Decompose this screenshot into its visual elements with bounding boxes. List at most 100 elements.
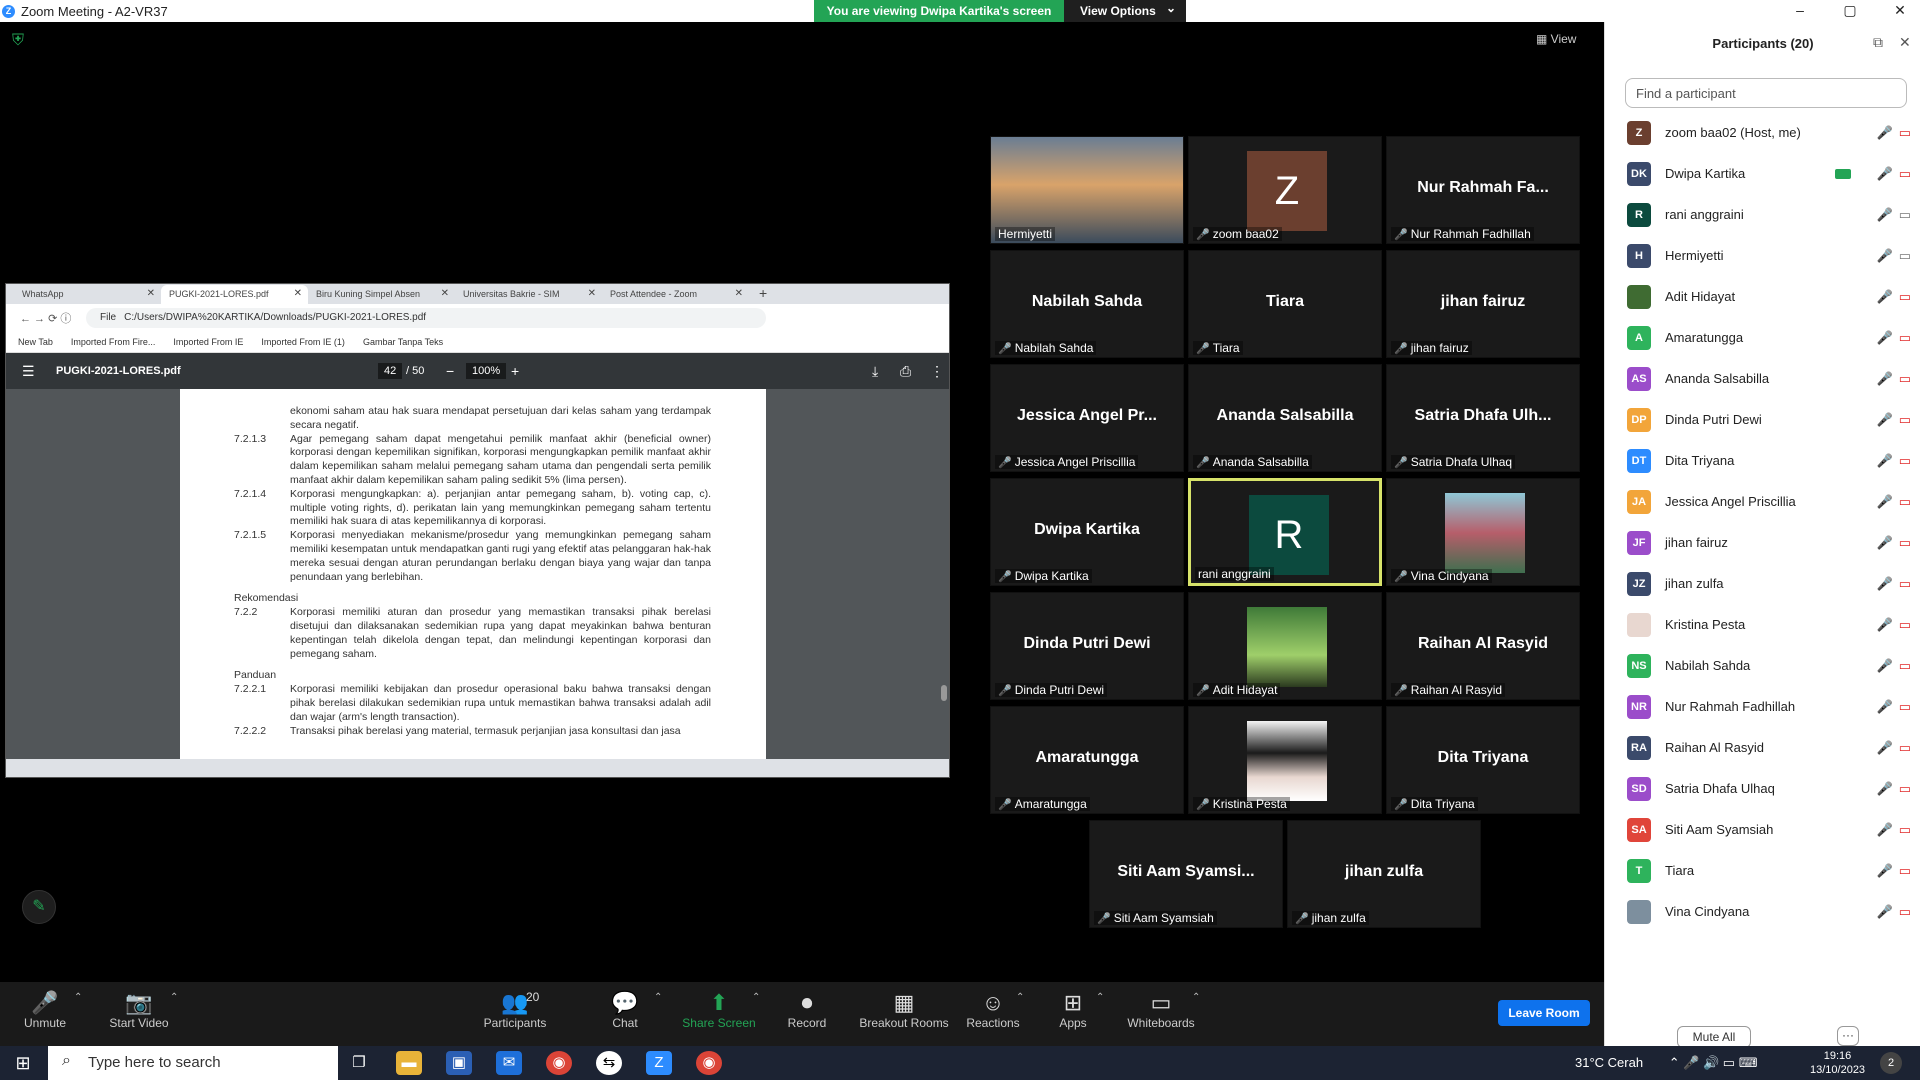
more-options-button[interactable]: ··· xyxy=(1837,1026,1859,1046)
zoom-in-button[interactable]: + xyxy=(511,363,519,379)
pdf-viewport[interactable]: ekonomi saham atau hak suara mendapat pe… xyxy=(6,389,949,759)
video-tile[interactable]: Tiara 🎤 Tiara xyxy=(1188,250,1382,358)
mic-video-status-icons[interactable]: 🎤▭ xyxy=(1857,494,1917,510)
video-tile[interactable]: Amaratungga 🎤 Amaratungga xyxy=(990,706,1184,814)
participant-list-item[interactable]: Kristina Pesta 🎤▭ xyxy=(1627,604,1917,645)
mic-video-status-icons[interactable]: 🎤▭ xyxy=(1857,822,1917,838)
video-tile[interactable]: Raihan Al Rasyid 🎤 Raihan Al Rasyid xyxy=(1386,592,1580,700)
new-tab-button[interactable]: + xyxy=(749,285,777,304)
close-tab-icon[interactable]: ✕ xyxy=(147,288,155,299)
participant-list-item[interactable]: SA Siti Aam Syamsiah 🎤▭ xyxy=(1627,809,1917,850)
participant-list-item[interactable]: DP Dinda Putri Dewi 🎤▭ xyxy=(1627,399,1917,440)
video-tile[interactable]: 🎤 Vina Cindyana xyxy=(1386,478,1580,586)
more-icon[interactable]: ⋮ xyxy=(930,363,944,380)
reactions-caret-icon[interactable]: ⌃ xyxy=(1016,992,1024,1003)
mic-video-status-icons[interactable]: 🎤▭ xyxy=(1857,863,1917,879)
participant-list-item[interactable]: NS Nabilah Sahda 🎤▭ xyxy=(1627,645,1917,686)
participant-list-item[interactable]: AS Ananda Salsabilla 🎤▭ xyxy=(1627,358,1917,399)
participant-search-input[interactable]: Find a participant xyxy=(1625,78,1907,108)
reactions-button[interactable]: ☺ Reactions xyxy=(948,990,1038,1030)
mic-video-status-icons[interactable]: 🎤▭ xyxy=(1857,740,1917,756)
video-tile[interactable]: Jessica Angel Pr... 🎤 Jessica Angel Prisci… xyxy=(990,364,1184,472)
video-tile[interactable]: Siti Aam Syamsi... 🎤 Siti Aam Syamsiah xyxy=(1089,820,1283,928)
apps-caret-icon[interactable]: ⌃ xyxy=(1096,992,1104,1003)
audio-caret-icon[interactable]: ⌃ xyxy=(74,992,82,1003)
video-tile[interactable]: Dita Triyana 🎤 Dita Triyana xyxy=(1386,706,1580,814)
participant-list-item[interactable]: Rrani anggraini 🎤▭ xyxy=(1627,194,1917,235)
mute-all-button[interactable]: Mute All xyxy=(1677,1026,1751,1048)
browser-tab[interactable]: Post Attendee - Zoom ✕ xyxy=(602,285,749,304)
close-tab-icon[interactable]: ✕ xyxy=(294,288,302,299)
close-tab-icon[interactable]: ✕ xyxy=(441,288,449,299)
mic-video-status-icons[interactable]: 🎤▭ xyxy=(1857,453,1917,469)
bookmark-item[interactable]: Imported From IE (1) xyxy=(261,337,345,347)
video-tile[interactable]: Dwipa Kartika 🎤 Dwipa Kartika xyxy=(990,478,1184,586)
bookmark-item[interactable]: Gambar Tanpa Teks xyxy=(363,337,443,347)
mic-video-status-icons[interactable]: 🎤▭ xyxy=(1857,576,1917,592)
share-screen-button[interactable]: ⬆ Share Screen xyxy=(674,990,764,1030)
task-view-icon[interactable]: ❐ xyxy=(346,1051,372,1075)
maximize-button[interactable]: ▢ xyxy=(1830,0,1870,22)
bookmark-item[interactable]: Imported From IE xyxy=(173,337,243,347)
mic-video-status-icons[interactable]: 🎤▭ xyxy=(1857,412,1917,428)
shield-icon[interactable]: ⛨ xyxy=(12,32,28,50)
chrome-alt-icon[interactable]: ◉ xyxy=(696,1051,722,1075)
participant-list-item[interactable]: JZ jihan zulfa 🎤▭ xyxy=(1627,563,1917,604)
mic-video-status-icons[interactable]: 🎤▭ xyxy=(1857,166,1917,182)
close-tab-icon[interactable]: ✕ xyxy=(588,288,596,299)
video-tile[interactable]: jihan fairuz 🎤 jihan fairuz xyxy=(1386,250,1580,358)
video-tile[interactable]: Dinda Putri Dewi 🎤 Dinda Putri Dewi xyxy=(990,592,1184,700)
participant-list-item[interactable]: DT Dita Triyana 🎤▭ xyxy=(1627,440,1917,481)
url-field[interactable]: File C:/Users/DWIPA%20KARTIKA/Downloads/P… xyxy=(86,308,766,328)
participant-list-item[interactable]: Zzoom baa02 (Host, me) 🎤▭ xyxy=(1627,112,1917,153)
minimize-button[interactable]: – xyxy=(1780,0,1820,22)
breakout-rooms-button[interactable]: ▦ Breakout Rooms xyxy=(854,990,954,1030)
participant-list-item[interactable]: Vina Cindyana 🎤▭ xyxy=(1627,891,1917,932)
chat-caret-icon[interactable]: ⌃ xyxy=(654,992,662,1003)
video-tile[interactable]: Nur Rahmah Fa... 🎤 Nur Rahmah Fadhillah xyxy=(1386,136,1580,244)
close-window-button[interactable]: ✕ xyxy=(1880,0,1920,22)
participant-list-item[interactable]: SD Satria Dhafa Ulhaq 🎤▭ xyxy=(1627,768,1917,809)
menu-icon[interactable]: ☰ xyxy=(22,363,35,380)
mic-video-status-icons[interactable]: 🎤▭ xyxy=(1857,289,1917,305)
mic-video-status-icons[interactable]: 🎤▭ xyxy=(1857,371,1917,387)
video-tile[interactable]: 🎤 Kristina Pesta xyxy=(1188,706,1382,814)
participant-list-item[interactable]: RA Raihan Al Rasyid 🎤▭ xyxy=(1627,727,1917,768)
participant-list-item[interactable]: A Amaratungga 🎤▭ xyxy=(1627,317,1917,358)
close-panel-icon[interactable]: ✕ xyxy=(1899,34,1911,51)
print-icon[interactable]: ⎙ xyxy=(900,363,911,380)
nav-buttons-icon[interactable]: ← → ⟳ ⓘ xyxy=(20,310,71,326)
video-tile[interactable]: Z 🎤 zoom baa02 xyxy=(1188,136,1382,244)
view-options-button[interactable]: View Options ⌄ xyxy=(1064,0,1186,22)
pdf-scrollbar[interactable] xyxy=(941,685,947,701)
participant-list-item[interactable]: NR Nur Rahmah Fadhillah 🎤▭ xyxy=(1627,686,1917,727)
chrome-icon[interactable]: ◉ xyxy=(546,1051,572,1075)
whiteboards-caret-icon[interactable]: ⌃ xyxy=(1192,992,1200,1003)
mic-video-status-icons[interactable]: 🎤▭ xyxy=(1857,535,1917,551)
participant-list-item[interactable]: DK Dwipa Kartika 🎤▭ xyxy=(1627,153,1917,194)
leave-room-button[interactable]: Leave Room xyxy=(1498,1000,1590,1026)
bookmark-item[interactable]: New Tab xyxy=(18,337,53,347)
close-tab-icon[interactable]: ✕ xyxy=(735,288,743,299)
store-icon[interactable]: ▣ xyxy=(446,1051,472,1075)
record-button[interactable]: ⏺ Record xyxy=(762,990,852,1030)
video-tile[interactable]: Satria Dhafa Ulh... 🎤 Satria Dhafa Ulhaq xyxy=(1386,364,1580,472)
mail-icon[interactable]: ✉ xyxy=(496,1051,522,1075)
taskbar-clock[interactable]: 19:16 13/10/2023 xyxy=(1810,1049,1865,1077)
bookmark-item[interactable]: Imported From Fire... xyxy=(71,337,156,347)
video-caret-icon[interactable]: ⌃ xyxy=(170,992,178,1003)
notifications-icon[interactable]: 2 xyxy=(1880,1052,1902,1074)
zoom-taskbar-icon[interactable]: Z xyxy=(646,1051,672,1075)
mic-video-status-icons[interactable]: 🎤▭ xyxy=(1857,617,1917,633)
mic-video-status-icons[interactable]: 🎤▭ xyxy=(1857,125,1917,141)
browser-tab[interactable]: Universitas Bakrie - SIM ✕ xyxy=(455,285,602,304)
mic-video-status-icons[interactable]: 🎤▭ xyxy=(1857,699,1917,715)
zoom-level[interactable]: 100% xyxy=(466,363,507,379)
video-tile[interactable]: 🎤 Adit Hidayat xyxy=(1188,592,1382,700)
participant-list-item[interactable]: H Hermiyetti 🎤▭ xyxy=(1627,235,1917,276)
participant-list-item[interactable]: Adit Hidayat 🎤▭ xyxy=(1627,276,1917,317)
windows-start-icon[interactable]: ⊞ xyxy=(10,1051,36,1075)
video-tile[interactable]: Hermiyetti xyxy=(990,136,1184,244)
apps-button[interactable]: ⊞ Apps xyxy=(1028,990,1118,1030)
taskbar-search-input[interactable]: Type here to search xyxy=(48,1046,338,1080)
